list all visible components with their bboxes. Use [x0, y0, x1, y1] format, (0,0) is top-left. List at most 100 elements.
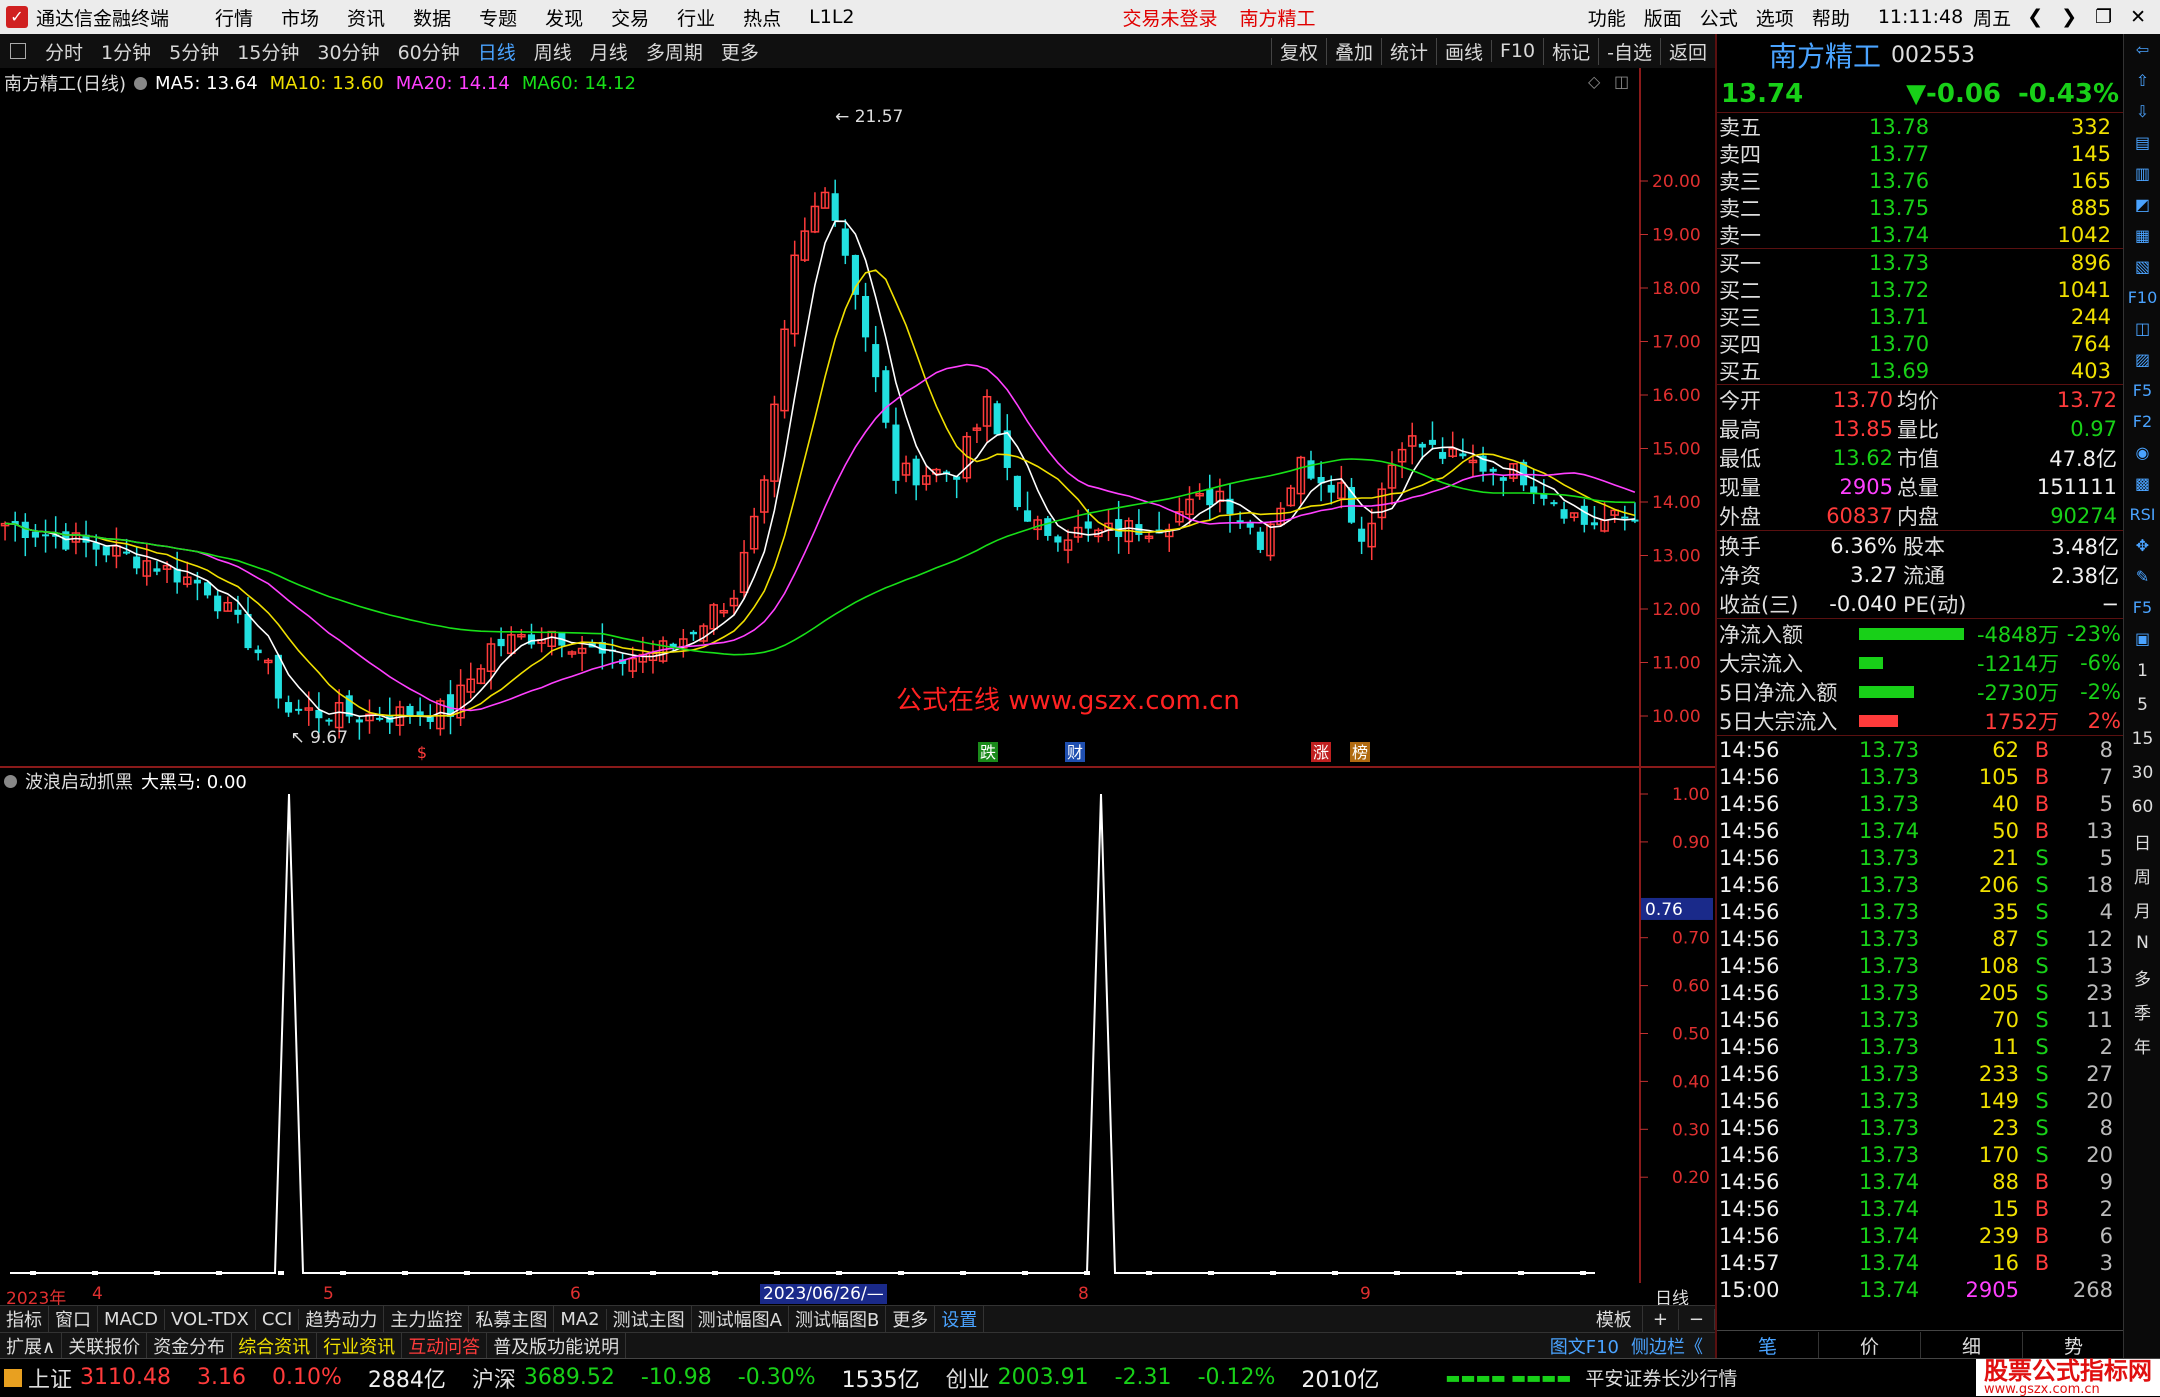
back-icon[interactable]: ❮ [2027, 6, 2043, 28]
bids-row[interactable]: 买二 13.72 1041 [1717, 276, 2125, 303]
settings-dot-icon[interactable] [134, 76, 148, 90]
menu-item-4[interactable]: 专题 [479, 4, 517, 31]
menu-item-0[interactable]: 行情 [215, 4, 253, 31]
indicator-tab-10[interactable]: 测试幅图A [692, 1306, 789, 1332]
bids-row[interactable]: 买五 13.69 403 [1717, 357, 2125, 384]
tool-button-0[interactable]: 复权 [1270, 37, 1326, 65]
period-tab-10[interactable]: 更多 [712, 38, 768, 65]
bids-row[interactable]: 买一 13.73 896 [1717, 249, 2125, 276]
side-tool-icon[interactable]: 季 [2124, 994, 2160, 1028]
side-tool-icon[interactable]: N [2124, 926, 2160, 960]
kline-chart[interactable]: 20.00 19.00 18.00 17.00 16.00 15.00 14.00 13.00… [0, 68, 1715, 768]
right-menu-item-4[interactable]: 帮助 [1812, 4, 1850, 31]
period-tab-3[interactable]: 15分钟 [228, 38, 308, 65]
side-tool-icon[interactable]: ◉ [2124, 437, 2160, 468]
asks-row[interactable]: 卖一 13.74 1042 [1717, 221, 2125, 248]
indicator-tab-1[interactable]: 窗口 [49, 1306, 98, 1332]
template-button-2[interactable]: − [1679, 1308, 1715, 1330]
quote-tab-0[interactable]: 笔 [1717, 1331, 1819, 1359]
tool-button-7[interactable]: 返回 [1659, 37, 1715, 65]
tool-button-2[interactable]: 统计 [1380, 37, 1436, 65]
extension-tab-3[interactable]: 综合资讯 [232, 1333, 318, 1359]
toggle-panel-icon[interactable] [10, 43, 26, 59]
extension-tab-2[interactable]: 资金分布 [147, 1333, 233, 1359]
indicator-tab-7[interactable]: 私募主图 [469, 1306, 555, 1332]
tool-button-6[interactable]: -自选 [1598, 37, 1660, 65]
side-tool-icon[interactable]: ✥ [2124, 530, 2160, 561]
period-tab-2[interactable]: 5分钟 [160, 38, 228, 65]
menu-item-2[interactable]: 资讯 [347, 4, 385, 31]
indicator-tab-6[interactable]: 主力监控 [384, 1306, 470, 1332]
extension-tab-5[interactable]: 互动问答 [402, 1333, 488, 1359]
tool-button-3[interactable]: 画线 [1435, 37, 1491, 65]
period-tab-0[interactable]: 分时 [36, 38, 92, 65]
header-stock-name[interactable]: 南方精工 [1240, 4, 1316, 31]
menu-item-6[interactable]: 交易 [611, 4, 649, 31]
side-tool-icon[interactable]: ✎ [2124, 561, 2160, 592]
index-name[interactable]: 创业 [946, 1362, 990, 1394]
asks-row[interactable]: 卖五 13.78 332 [1717, 113, 2125, 140]
side-tool-icon[interactable]: 15 [2124, 722, 2160, 756]
side-tool-icon[interactable]: 周 [2124, 858, 2160, 892]
tool-button-5[interactable]: 标记 [1543, 37, 1598, 65]
restore-window-icon[interactable]: ❐ [2095, 6, 2112, 28]
side-tool-icon[interactable]: ▥ [2124, 158, 2160, 189]
side-tool-icon[interactable]: F10 [2124, 282, 2160, 313]
quote-tab-2[interactable]: 细 [1921, 1331, 2023, 1359]
side-tool-icon[interactable]: ◫ [2124, 313, 2160, 344]
period-tab-9[interactable]: 多周期 [637, 38, 712, 65]
indicator-tab-9[interactable]: 测试主图 [607, 1306, 692, 1332]
right-menu-item-1[interactable]: 版面 [1644, 4, 1682, 31]
side-link-0[interactable]: 图文F10 [1550, 1333, 1619, 1359]
side-tool-icon[interactable]: ◩ [2124, 189, 2160, 220]
event-mark[interactable]: 财 [1065, 742, 1085, 762]
menu-item-8[interactable]: 热点 [743, 4, 781, 31]
event-mark[interactable]: 跌 [978, 742, 998, 762]
right-menu-item-2[interactable]: 公式 [1700, 4, 1738, 31]
quote-tab-3[interactable]: 势 [2023, 1331, 2125, 1359]
period-tab-5[interactable]: 60分钟 [389, 38, 469, 65]
extension-tab-0[interactable]: 扩展∧ [0, 1333, 63, 1359]
event-mark[interactable]: 榜 [1350, 742, 1370, 762]
right-menu-item-0[interactable]: 功能 [1588, 4, 1626, 31]
indicator-chart[interactable]: 1.00 0.90 0.70 0.60 0.50 0.40 0.30 0.20 0.76 [0, 768, 1715, 1293]
close-window-icon[interactable]: ✕ [2130, 6, 2146, 28]
extension-tab-1[interactable]: 关联报价 [62, 1333, 148, 1359]
event-mark[interactable]: 涨 [1311, 742, 1331, 762]
extension-tab-4[interactable]: 行业资讯 [317, 1333, 403, 1359]
indicator-tab-11[interactable]: 测试幅图B [789, 1306, 887, 1332]
tool-button-1[interactable]: 叠加 [1325, 37, 1381, 65]
index-name[interactable]: 上证 [28, 1362, 72, 1394]
side-tool-icon[interactable]: ▤ [2124, 127, 2160, 158]
forward-icon[interactable]: ❯ [2061, 6, 2077, 28]
side-tool-icon[interactable]: ⇩ [2124, 96, 2160, 127]
side-tool-icon[interactable]: 月 [2124, 892, 2160, 926]
indicator-tab-0[interactable]: 指标 [0, 1306, 49, 1332]
side-tool-icon[interactable]: 多 [2124, 960, 2160, 994]
side-tool-icon[interactable]: 5 [2124, 688, 2160, 722]
bids-row[interactable]: 买三 13.71 244 [1717, 303, 2125, 330]
bids-row[interactable]: 买四 13.70 764 [1717, 330, 2125, 357]
event-mark[interactable]: $ [417, 743, 427, 762]
indicator-tab-3[interactable]: VOL-TDX [165, 1308, 256, 1330]
side-tool-icon[interactable]: ▦ [2124, 220, 2160, 251]
indicator-tab-8[interactable]: MA2 [554, 1308, 607, 1330]
indicator-tab-13[interactable]: 设置 [935, 1306, 985, 1332]
indicator-tab-4[interactable]: CCI [256, 1308, 300, 1330]
side-tool-icon[interactable]: ▧ [2124, 251, 2160, 282]
indicator-tab-12[interactable]: 更多 [886, 1306, 936, 1332]
tool-button-4[interactable]: F10 [1491, 40, 1543, 62]
period-tab-7[interactable]: 周线 [525, 38, 581, 65]
side-tool-icon[interactable]: F2 [2124, 406, 2160, 437]
menu-item-5[interactable]: 发现 [545, 4, 583, 31]
menu-item-1[interactable]: 市场 [281, 4, 319, 31]
side-tool-icon[interactable]: 日 [2124, 824, 2160, 858]
login-status[interactable]: 交易未登录 [1123, 4, 1218, 31]
extension-tab-6[interactable]: 普及版功能说明 [487, 1333, 627, 1359]
template-button-1[interactable]: + [1643, 1308, 1679, 1330]
period-tab-1[interactable]: 1分钟 [92, 38, 160, 65]
quote-tab-1[interactable]: 价 [1819, 1331, 1921, 1359]
indicator-tab-5[interactable]: 趋势动力 [299, 1306, 385, 1332]
side-link-1[interactable]: 侧边栏《 [1631, 1333, 1703, 1359]
side-tool-icon[interactable]: ⇦ [2124, 34, 2160, 65]
